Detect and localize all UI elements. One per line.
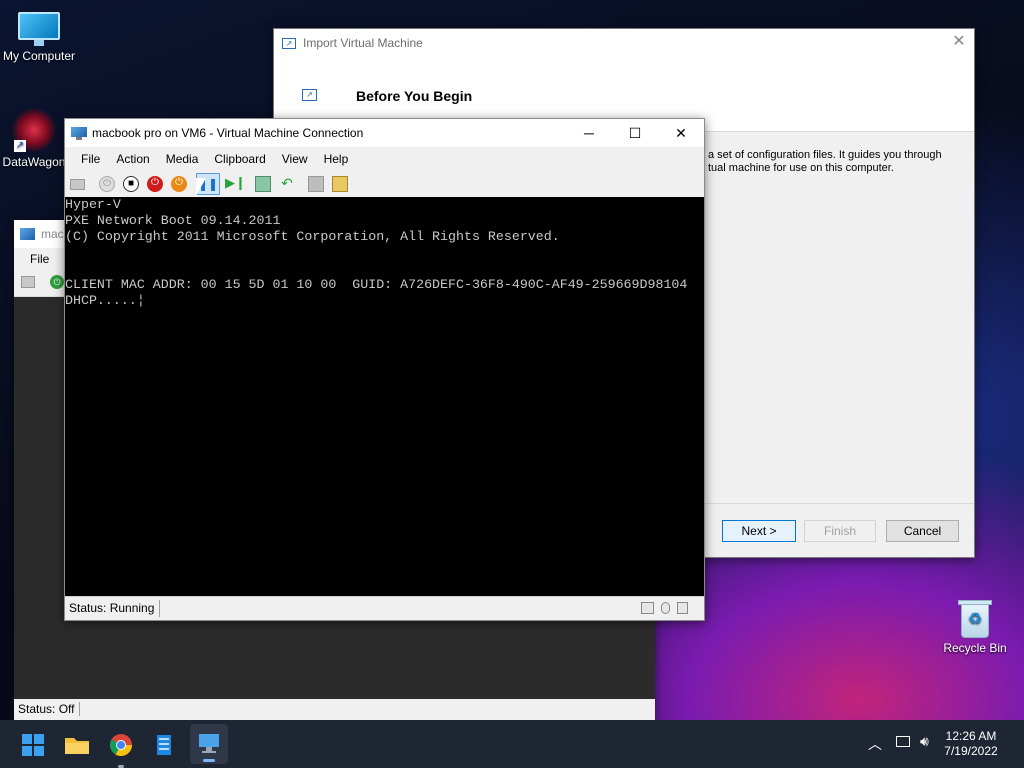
server-manager-button[interactable]: [148, 728, 182, 762]
vm-monitor-icon: [71, 126, 87, 140]
chrome-button[interactable]: [104, 728, 138, 768]
turn-off-icon[interactable]: ■: [123, 176, 139, 192]
menu-file[interactable]: File: [81, 152, 100, 166]
background-vm-statusbar: Status: Off: [14, 699, 655, 720]
background-vm-status: Status: Off: [18, 702, 81, 716]
taskbar: ︿ 🔊︎ 12:26 AM 7/19/2022: [0, 720, 1024, 768]
vm-menubar: File Action Media Clipboard View Help: [65, 147, 704, 170]
shut-down-icon[interactable]: ⏻: [147, 176, 163, 192]
desktop-icon-datawagon[interactable]: ↗ DataWagon: [0, 108, 73, 169]
finish-button[interactable]: Finish: [804, 520, 876, 542]
windows-logo-icon: [22, 734, 44, 756]
console-line: Hyper-V: [65, 197, 121, 212]
file-explorer-button[interactable]: [60, 728, 94, 762]
start-icon[interactable]: ⏻: [50, 275, 64, 289]
menu-media[interactable]: Media: [166, 152, 199, 166]
clock-time: 12:26 AM: [945, 729, 997, 743]
desktop-icon-label: My Computer: [2, 49, 76, 63]
vm-toolbar: ⏻ ■ ⏻ ⏻ ❚❚ ▶❙ ↶: [65, 170, 704, 197]
wizard-close-button[interactable]: ✕: [944, 29, 974, 57]
menu-view[interactable]: View: [282, 152, 308, 166]
menu-help[interactable]: Help: [324, 152, 349, 166]
vm-statusbar: Status: Running: [65, 596, 704, 620]
mouse-icon: [661, 602, 670, 614]
cancel-button[interactable]: Cancel: [886, 520, 959, 542]
wizard-description: a set of configuration files. It guides …: [708, 149, 970, 175]
maximize-button[interactable]: ☐: [612, 119, 658, 147]
menu-clipboard[interactable]: Clipboard: [214, 152, 265, 166]
console-line: CLIENT MAC ADDR: 00 15 5D 01 10 00 GUID:…: [65, 277, 688, 292]
start-button[interactable]: [16, 728, 50, 762]
console-line: (C) Copyright 2011 Microsoft Corporation…: [65, 229, 560, 244]
menu-action[interactable]: Action: [116, 152, 149, 166]
wizard-titlebar: ↗ Import Virtual Machine: [274, 29, 974, 57]
menu-file[interactable]: File: [30, 252, 49, 266]
vm-connection-window: macbook pro on VM6 - Virtual Machine Con…: [64, 118, 705, 621]
network-icon[interactable]: [896, 736, 910, 747]
console-line: DHCP.....¦: [65, 293, 145, 308]
wizard-app-icon: ↗: [282, 37, 296, 49]
recycle-bin-icon: ♻: [958, 598, 992, 638]
vm-titlebar: macbook pro on VM6 - Virtual Machine Con…: [65, 119, 704, 147]
desktop-icon-label: DataWagon: [2, 155, 66, 169]
chrome-icon: [110, 734, 132, 756]
wizard-heading: Before You Begin: [356, 88, 473, 104]
computer-icon: [18, 12, 60, 46]
checkpoint-icon[interactable]: [255, 176, 271, 192]
ctrl-alt-del-icon[interactable]: [70, 179, 85, 190]
datawagon-shortcut-icon: ↗: [12, 108, 56, 152]
folder-icon: [65, 738, 89, 754]
start-icon[interactable]: ⏻: [99, 176, 115, 192]
wizard-step-icon: ↗: [302, 89, 317, 101]
active-indicator: [203, 759, 215, 762]
background-vm-title: mac: [41, 227, 64, 241]
share-icon[interactable]: [332, 176, 348, 192]
desktop-icon-recycle-bin[interactable]: ♻ Recycle Bin: [936, 598, 1014, 655]
vm-monitor-icon: [20, 228, 35, 240]
wizard-description-line: a set of configuration files. It guides …: [708, 149, 942, 161]
desktop-icon-label: Recycle Bin: [943, 641, 1007, 655]
ctrl-alt-del-icon[interactable]: [21, 276, 35, 288]
wizard-description-line: tual machine for use on this computer.: [708, 162, 894, 174]
vm-console-screen[interactable]: Hyper-V PXE Network Boot 09.14.2011 (C) …: [65, 197, 704, 597]
console-line: PXE Network Boot 09.14.2011: [65, 213, 281, 228]
desktop-icon-my-computer[interactable]: My Computer: [0, 12, 78, 63]
minimize-button[interactable]: ─: [566, 119, 612, 147]
vm-window-title: macbook pro on VM6 - Virtual Machine Con…: [92, 126, 364, 140]
enhanced-session-icon[interactable]: [308, 176, 324, 192]
revert-icon[interactable]: ↶: [279, 176, 295, 192]
save-state-icon[interactable]: ⏻: [171, 176, 187, 192]
vm-status: Status: Running: [69, 600, 161, 617]
clock-date: 7/19/2022: [944, 744, 998, 758]
taskbar-clock[interactable]: 12:26 AM 7/19/2022: [936, 729, 1006, 759]
wizard-title: Import Virtual Machine: [303, 36, 423, 50]
keyboard-icon: [641, 602, 654, 614]
server-manager-icon: [157, 735, 171, 755]
show-hidden-icons-chevron-icon[interactable]: ︿: [868, 734, 882, 754]
mouse-pointer: [196, 178, 206, 196]
hyper-v-icon: [199, 734, 219, 753]
volume-icon[interactable]: 🔊︎: [920, 733, 929, 750]
next-button[interactable]: Next >: [722, 520, 796, 542]
desktop: My Computer ↗ DataWagon ♻ Recycle Bin ↗ …: [0, 0, 1024, 720]
lock-icon: [677, 602, 688, 614]
hyper-v-manager-button[interactable]: [190, 724, 228, 764]
reset-icon[interactable]: ▶❙: [225, 176, 246, 192]
close-button[interactable]: ✕: [658, 119, 704, 147]
